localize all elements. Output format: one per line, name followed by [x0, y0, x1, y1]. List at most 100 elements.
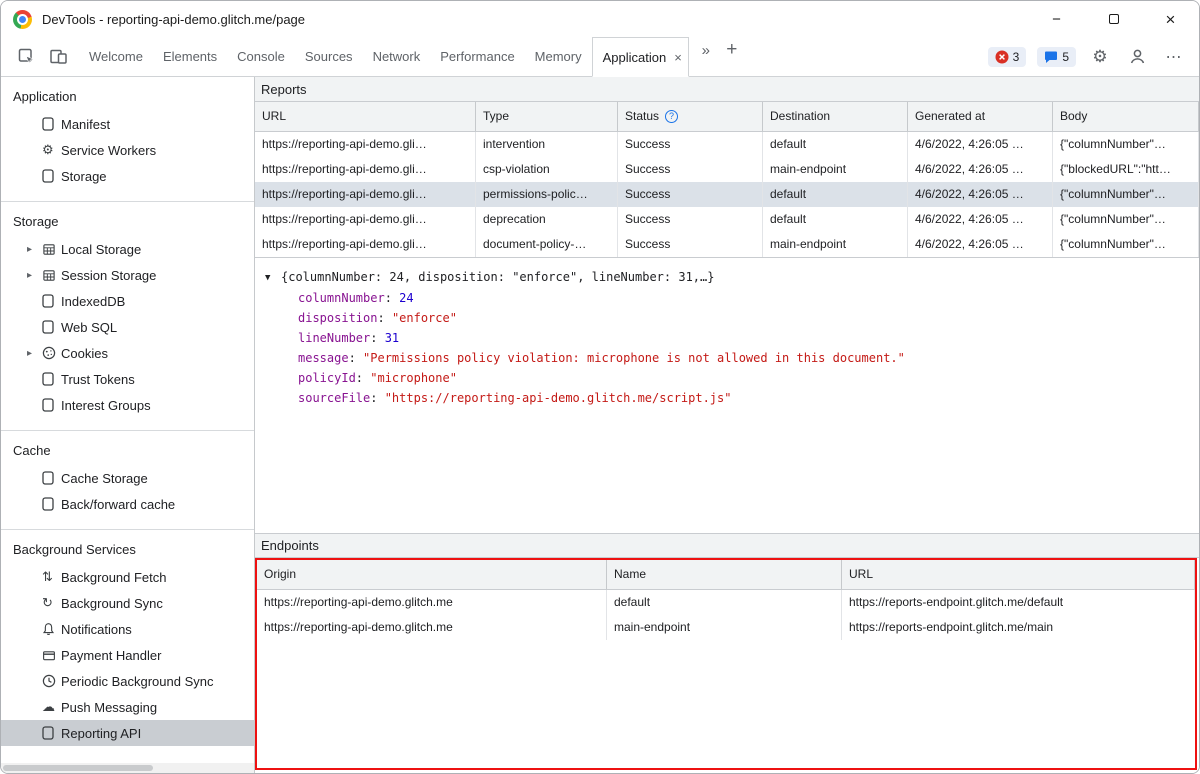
report-row[interactable]: https://reporting-api-demo.gli… document…: [255, 232, 1199, 257]
sidebar-item-session-storage[interactable]: ▸ Session Storage: [1, 262, 254, 288]
cell-status[interactable]: Success: [618, 207, 763, 232]
json-root[interactable]: ▼{columnNumber: 24, disposition: "enforc…: [265, 268, 1199, 288]
cell-endpoint-url[interactable]: https://reports-endpoint.glitch.me/defau…: [842, 590, 1195, 615]
cell-url[interactable]: https://reporting-api-demo.gli…: [255, 157, 476, 182]
cell-status[interactable]: Success: [618, 157, 763, 182]
tab-sources[interactable]: Sources: [295, 37, 363, 76]
column-header-destination[interactable]: Destination: [763, 102, 908, 132]
cell-body[interactable]: {"columnNumber"…: [1053, 207, 1199, 232]
column-header-status[interactable]: Status ?: [618, 102, 763, 132]
column-header-type[interactable]: Type: [476, 102, 618, 132]
sidebar-item-reporting-api[interactable]: Reporting API: [1, 720, 254, 746]
cell-destination[interactable]: default: [763, 182, 908, 207]
cell-name[interactable]: default: [607, 590, 842, 615]
cell-status[interactable]: Success: [618, 232, 763, 257]
cell-generated-at[interactable]: 4/6/2022, 4:26:05 …: [908, 157, 1053, 182]
cell-destination[interactable]: default: [763, 207, 908, 232]
column-header-endpoint-url[interactable]: URL: [842, 560, 1195, 590]
cell-body[interactable]: {"blockedURL":"htt…: [1053, 157, 1199, 182]
more-tabs-icon[interactable]: »: [693, 37, 719, 63]
maximize-button[interactable]: [1085, 1, 1142, 37]
minimize-button[interactable]: −: [1028, 1, 1085, 37]
column-header-name[interactable]: Name: [607, 560, 842, 590]
cell-name[interactable]: main-endpoint: [607, 615, 842, 640]
tab-console[interactable]: Console: [227, 37, 295, 76]
cell-url[interactable]: https://reporting-api-demo.gli…: [255, 232, 476, 257]
cell-type[interactable]: intervention: [476, 132, 618, 157]
column-header-generated-at[interactable]: Generated at: [908, 102, 1053, 132]
tab-network[interactable]: Network: [363, 37, 431, 76]
tab-memory[interactable]: Memory: [525, 37, 592, 76]
cell-body[interactable]: {"columnNumber"…: [1053, 182, 1199, 207]
cell-status[interactable]: Success: [618, 182, 763, 207]
sidebar-item-service-workers[interactable]: ⚙ Service Workers: [1, 137, 254, 163]
report-row[interactable]: https://reporting-api-demo.gli… deprecat…: [255, 207, 1199, 232]
cell-url[interactable]: https://reporting-api-demo.gli…: [255, 207, 476, 232]
tab-close-icon[interactable]: ×: [674, 50, 682, 65]
sidebar-item-indexeddb[interactable]: IndexedDB: [1, 288, 254, 314]
sidebar-item-background-fetch[interactable]: ⇅ Background Fetch: [1, 564, 254, 590]
cell-type[interactable]: deprecation: [476, 207, 618, 232]
cell-generated-at[interactable]: 4/6/2022, 4:26:05 …: [908, 182, 1053, 207]
cell-type[interactable]: csp-violation: [476, 157, 618, 182]
cell-type[interactable]: document-policy-…: [476, 232, 618, 257]
console-errors-badge[interactable]: 3: [988, 47, 1027, 67]
cell-status[interactable]: Success: [618, 132, 763, 157]
cell-url[interactable]: https://reporting-api-demo.gli…: [255, 182, 476, 207]
sidebar-item-periodic-background-sync[interactable]: Periodic Background Sync: [1, 668, 254, 694]
tab-elements[interactable]: Elements: [153, 37, 227, 76]
sidebar-item-trust-tokens[interactable]: Trust Tokens: [1, 366, 254, 392]
sidebar-item-manifest[interactable]: Manifest: [1, 111, 254, 137]
settings-gear-icon[interactable]: ⚙: [1087, 44, 1113, 70]
profile-icon[interactable]: [1124, 44, 1150, 70]
new-tab-icon[interactable]: +: [719, 37, 745, 63]
cell-destination[interactable]: main-endpoint: [763, 232, 908, 257]
help-icon[interactable]: ?: [665, 110, 678, 123]
scrollbar-thumb[interactable]: [3, 765, 153, 771]
endpoint-row[interactable]: https://reporting-api-demo.glitch.me def…: [257, 590, 1195, 615]
cell-endpoint-url[interactable]: https://reports-endpoint.glitch.me/main: [842, 615, 1195, 640]
column-header-url[interactable]: URL: [255, 102, 476, 132]
console-messages-badge[interactable]: 5: [1037, 47, 1076, 67]
report-row[interactable]: https://reporting-api-demo.gli… csp-viol…: [255, 157, 1199, 182]
cell-body[interactable]: {"columnNumber"…: [1053, 232, 1199, 257]
cell-url[interactable]: https://reporting-api-demo.gli…: [255, 132, 476, 157]
sidebar-item-storage[interactable]: Storage: [1, 163, 254, 189]
tab-performance[interactable]: Performance: [430, 37, 524, 76]
sidebar-item-background-sync[interactable]: ↻ Background Sync: [1, 590, 254, 616]
cell-body[interactable]: {"columnNumber"…: [1053, 132, 1199, 157]
column-header-body[interactable]: Body: [1053, 102, 1199, 132]
cell-origin[interactable]: https://reporting-api-demo.glitch.me: [257, 590, 607, 615]
sidebar-item-web-sql[interactable]: Web SQL: [1, 314, 254, 340]
sidebar-item-cookies[interactable]: ▸ Cookies: [1, 340, 254, 366]
cell-destination[interactable]: default: [763, 132, 908, 157]
expand-arrow-icon[interactable]: ▸: [27, 348, 42, 359]
sidebar-item-back-forward-cache[interactable]: Back/forward cache: [1, 491, 254, 517]
more-menu-icon[interactable]: ⋯: [1161, 44, 1187, 70]
inspect-icon[interactable]: [13, 44, 39, 70]
expand-arrow-icon[interactable]: ▸: [27, 244, 42, 255]
detail-expander-icon[interactable]: ▼: [265, 269, 281, 288]
sidebar-item-notifications[interactable]: Notifications: [1, 616, 254, 642]
cell-generated-at[interactable]: 4/6/2022, 4:26:05 …: [908, 207, 1053, 232]
expand-arrow-icon[interactable]: ▸: [27, 270, 42, 281]
cell-generated-at[interactable]: 4/6/2022, 4:26:05 …: [908, 232, 1053, 257]
sidebar-item-interest-groups[interactable]: Interest Groups: [1, 392, 254, 418]
sidebar-item-push-messaging[interactable]: ☁ Push Messaging: [1, 694, 254, 720]
device-toolbar-icon[interactable]: [45, 44, 71, 70]
tab-welcome[interactable]: Welcome: [79, 37, 153, 76]
tab-application[interactable]: Application ×: [592, 37, 689, 77]
cell-destination[interactable]: main-endpoint: [763, 157, 908, 182]
endpoint-row[interactable]: https://reporting-api-demo.glitch.me mai…: [257, 615, 1195, 640]
sidebar-item-local-storage[interactable]: ▸ Local Storage: [1, 236, 254, 262]
report-row-selected[interactable]: https://reporting-api-demo.gli… permissi…: [255, 182, 1199, 207]
column-header-origin[interactable]: Origin: [257, 560, 607, 590]
report-row[interactable]: https://reporting-api-demo.gli… interven…: [255, 132, 1199, 157]
cell-type[interactable]: permissions-polic…: [476, 182, 618, 207]
close-button[interactable]: ×: [1142, 1, 1199, 37]
cell-generated-at[interactable]: 4/6/2022, 4:26:05 …: [908, 132, 1053, 157]
sidebar-item-payment-handler[interactable]: Payment Handler: [1, 642, 254, 668]
sidebar-item-cache-storage[interactable]: Cache Storage: [1, 465, 254, 491]
cell-origin[interactable]: https://reporting-api-demo.glitch.me: [257, 615, 607, 640]
sidebar-horizontal-scrollbar[interactable]: [1, 763, 254, 773]
